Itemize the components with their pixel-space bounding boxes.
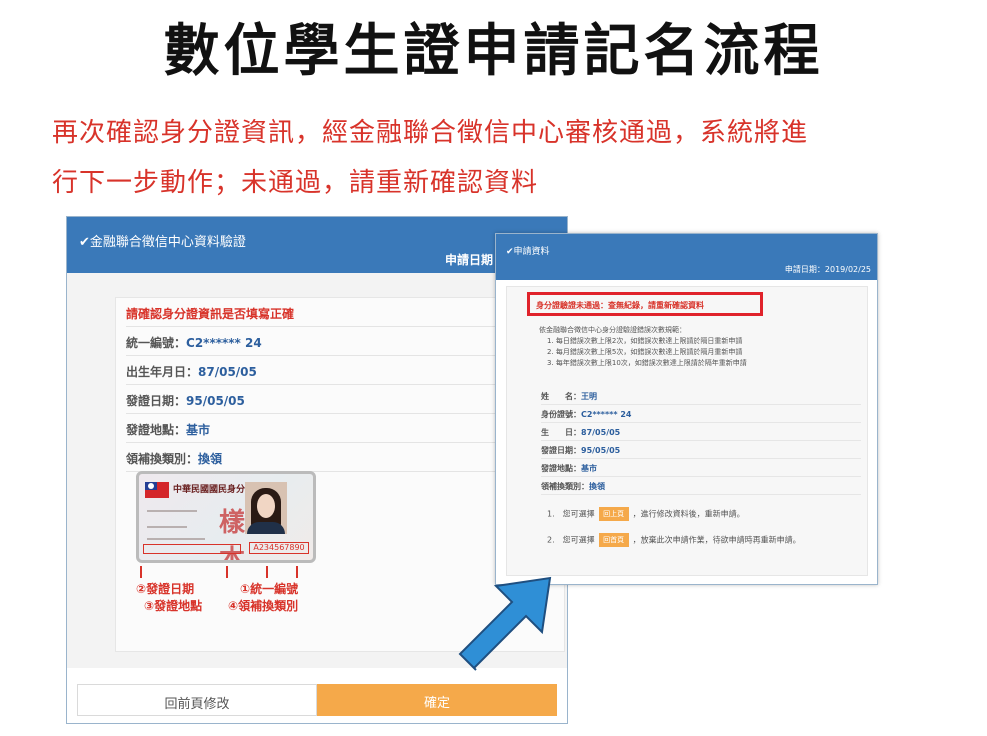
field-label: 姓 名：: [541, 392, 581, 401]
annotation-arrow: [140, 566, 142, 578]
rule-item: 1. 每日錯誤次數上限2次，如錯誤次數達上限請於隔日重新申請: [547, 337, 743, 345]
field-label: 出生年月日：: [126, 365, 199, 379]
field-value: 87/05/05: [581, 428, 621, 437]
verification-failed-alert: 身分證驗證未通過：查無紀錄，請重新確認資料: [527, 292, 763, 316]
pointer-arrow-shape: [458, 576, 552, 671]
confirm-button[interactable]: 確定: [317, 684, 557, 716]
field-label: 發證日期：: [541, 446, 581, 455]
card-title: 中華民國國民身分證: [173, 485, 255, 495]
portrait-face: [257, 494, 275, 518]
field-label: 領補換類別：: [541, 482, 589, 491]
annotation-arrow: [226, 566, 228, 578]
field-label: 生 日：: [541, 428, 581, 437]
card-text-line: [147, 526, 187, 528]
field-label: 領補換類別：: [126, 452, 199, 466]
rules-intro: 依金融聯合徵信中心身分證驗證錯誤次數規範：: [539, 326, 686, 334]
application-date: 申請日期：2019/02/25: [784, 265, 871, 274]
card-text-line: [147, 510, 197, 512]
field-value: 換領: [198, 452, 223, 466]
confirm-warning: 請確認身分證資訊是否填寫正確: [126, 298, 554, 327]
application-result-title: ✔申請資料: [506, 247, 550, 257]
birthday-row: 生 日：87/05/05: [541, 423, 861, 441]
option-suffix: ，進行修改資料後，重新申請。: [632, 509, 745, 519]
issue-date-row: 發證日期：95/05/05: [126, 385, 554, 414]
verification-panel-title: ✔金融聯合徵信中心資料驗證: [79, 235, 246, 250]
portrait-photo: [245, 482, 287, 534]
verification-panel-header: ✔金融聯合徵信中心資料驗證 申請日期: [67, 217, 567, 273]
page-title: 數位學生證申請記名流程: [163, 19, 824, 84]
field-label: 發證地點：: [541, 464, 581, 473]
id-number-row: 統一編號：C2****** 24: [126, 327, 554, 356]
previous-page-button[interactable]: 回上頁: [598, 507, 629, 521]
application-result-body: 身分證驗證未通過：查無紀錄，請重新確認資料 依金融聯合徵信中心身分證驗證錯誤次數…: [506, 286, 868, 576]
issue-place-row: 發證地點：基市: [541, 459, 861, 477]
back-to-edit-button[interactable]: 回前頁修改: [77, 684, 317, 716]
annotation-issue-place: ③發證地點: [144, 599, 203, 613]
field-value: C2****** 24: [581, 410, 632, 419]
issue-info-highlight: [143, 544, 241, 554]
issue-place-row: 發證地點：基市: [126, 414, 554, 443]
flag-icon: [145, 482, 169, 498]
annotation-arrow: [266, 566, 268, 578]
annotation-id-number: ①統一編號: [240, 582, 299, 596]
annotation-arrow: [296, 566, 298, 578]
subtitle-line-1: 再次確認身分證資訊，經金融聯合徵信中心審核通過，系統將進: [52, 118, 809, 148]
field-value: 基市: [186, 423, 211, 437]
issue-type-row: 領補換類別：換領: [541, 477, 861, 495]
issue-date-row: 發證日期：95/05/05: [541, 441, 861, 459]
error-rules: 依金融聯合徵信中心身分證驗證錯誤次數規範： 1. 每日錯誤次數上限2次，如錯誤次…: [539, 325, 859, 369]
id-number-highlight: A234567890: [249, 542, 309, 554]
id-number-row: 身份證號：C2****** 24: [541, 405, 861, 423]
subtitle-line-2: 行下一步動作；未通過，請重新確認資料: [52, 168, 539, 198]
portrait-shoulders: [247, 522, 285, 534]
option-go-home: 2. 您可選擇 回首頁 ，放棄此次申請作業，待欲申請時再重新申請。: [547, 533, 867, 547]
application-result-header: ✔申請資料 申請日期：2019/02/25: [496, 234, 877, 280]
issue-type-row: 領補換類別：換領: [126, 443, 554, 472]
annotation-issue-type: ④領補換類別: [228, 599, 299, 613]
field-value: 王明: [581, 392, 597, 401]
card-text-line: [147, 538, 205, 540]
option-prefix: 2. 您可選擇: [547, 535, 595, 545]
field-value: 87/05/05: [198, 365, 257, 379]
field-label: 發證日期：: [126, 394, 187, 408]
rule-item: 2. 每月錯誤次數上限5次，如錯誤次數達上限請於隔月重新申請: [547, 348, 743, 356]
field-value: 95/05/05: [186, 394, 245, 408]
field-label: 統一編號：: [126, 336, 187, 350]
option-suffix: ，放棄此次申請作業，待欲申請時再重新申請。: [632, 535, 801, 545]
annotation-issue-date: ②發證日期: [136, 582, 195, 596]
application-result-panel: ✔申請資料 申請日期：2019/02/25 身分證驗證未通過：查無紀錄，請重新確…: [495, 233, 878, 585]
option-prefix: 1. 您可選擇: [547, 509, 595, 519]
field-label: 身份證號：: [541, 410, 581, 419]
field-value: C2****** 24: [186, 336, 262, 350]
rule-item: 3. 每年錯誤次數上限10次，如錯誤次數達上限請於隔年重新申請: [547, 359, 747, 367]
birthdate-row: 出生年月日：87/05/05: [126, 356, 554, 385]
applicant-info: 姓 名：王明 身份證號：C2****** 24 生 日：87/05/05 發證日…: [541, 387, 861, 495]
home-page-button[interactable]: 回首頁: [598, 533, 629, 547]
pointer-arrow-icon: [458, 576, 552, 671]
field-label: 發證地點：: [126, 423, 187, 437]
field-value: 換領: [589, 482, 605, 491]
field-value: 基市: [581, 464, 597, 473]
application-date-label: 申請日期: [444, 253, 493, 267]
option-go-back: 1. 您可選擇 回上頁 ，進行修改資料後，重新申請。: [547, 507, 867, 521]
name-row: 姓 名：王明: [541, 387, 861, 405]
sample-id-card-image: 中華民國國民身分證 樣本 A234567890: [136, 471, 316, 563]
field-value: 95/05/05: [581, 446, 621, 455]
